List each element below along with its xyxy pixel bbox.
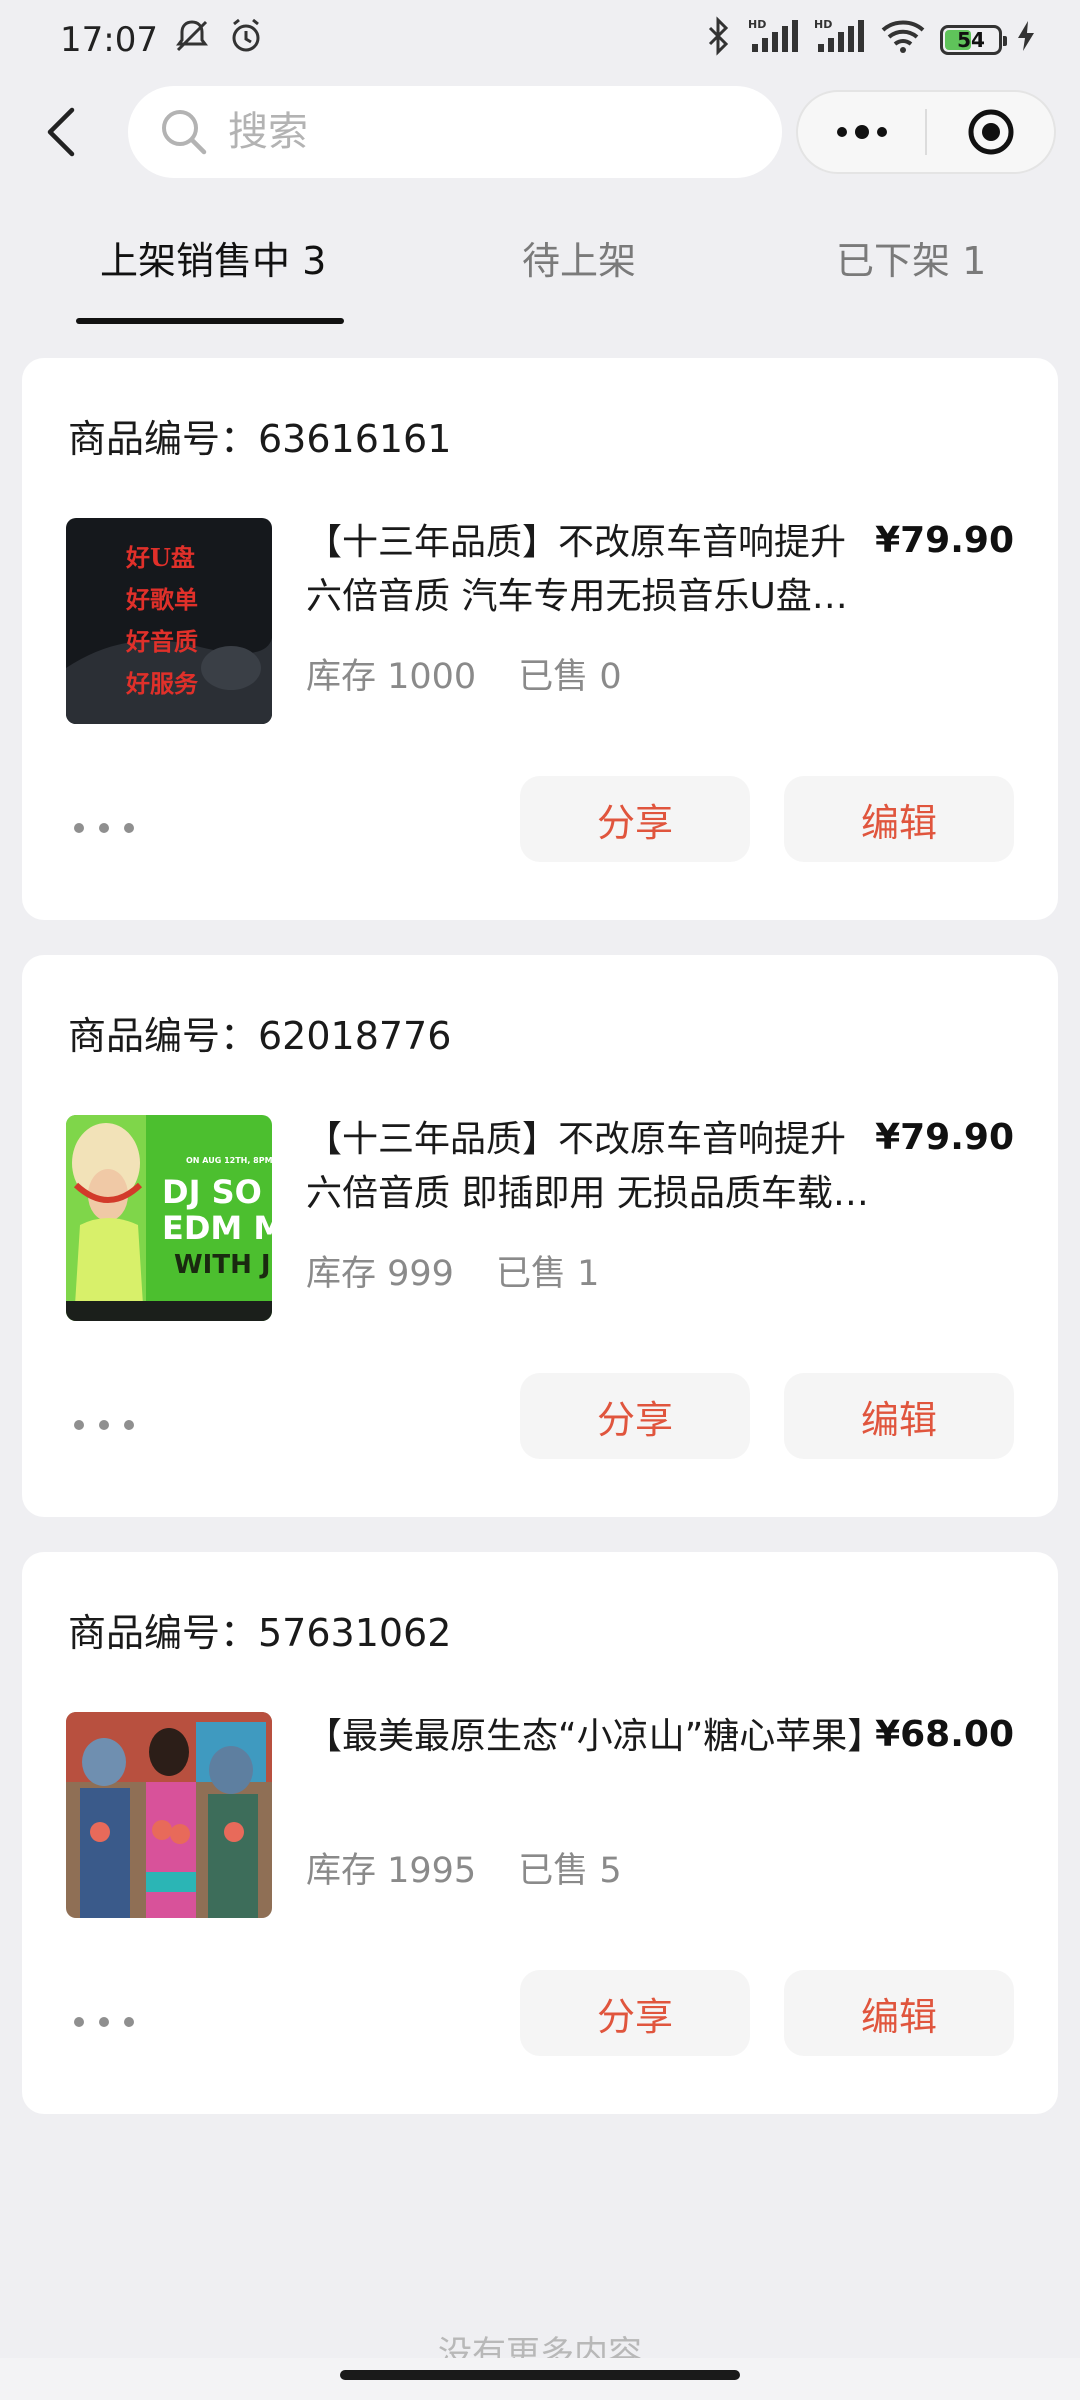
active-tab-indicator [76, 318, 344, 324]
product-code: 商品编号：57631062 [68, 1611, 452, 1655]
product-image [66, 1712, 272, 1918]
edit-button[interactable]: 编辑 [784, 1373, 1014, 1459]
thumb-text-line: 好音质 [125, 627, 198, 656]
status-tabs: 上架销售中 3 待上架 已下架 1 [0, 210, 1080, 328]
share-button[interactable]: 分享 [520, 776, 750, 862]
product-stock: 库存 1000 [306, 657, 477, 697]
product-title[interactable]: 【十三年品质】不改原车音响提升六倍音质 即插即用 无损品质车载音乐U盘 [306, 1113, 876, 1221]
search-input[interactable] [228, 109, 708, 155]
thumb-text-line: WITH J [174, 1250, 271, 1280]
product-price: ¥79.90 [875, 1117, 1014, 1158]
product-thumbnail[interactable]: ON AUG 12TH, 8PM DJ SO EDM M WITH J [66, 1115, 272, 1321]
share-button[interactable]: 分享 [520, 1970, 750, 2056]
close-mini-program-button[interactable] [927, 92, 1054, 172]
alarm-icon [226, 16, 266, 65]
product-price: ¥79.90 [875, 520, 1014, 561]
product-sold: 已售 1 [495, 1254, 600, 1294]
status-bar: 17:07 HD HD 54 [0, 0, 1080, 80]
share-button[interactable]: 分享 [520, 1373, 750, 1459]
edit-button[interactable]: 编辑 [784, 1970, 1014, 2056]
signal-icon-1: HD [748, 16, 800, 65]
more-options-button[interactable] [798, 92, 925, 172]
search-box[interactable] [128, 86, 782, 178]
product-code: 商品编号：63616161 [68, 417, 452, 461]
more-actions-icon[interactable] [74, 1410, 134, 1440]
thumb-text-line: 好服务 [125, 669, 199, 698]
product-stock: 库存 999 [306, 1254, 454, 1294]
product-image: ON AUG 12TH, 8PM DJ SO EDM M WITH J [66, 1115, 272, 1321]
mini-program-capsule [796, 90, 1056, 174]
thumb-text-line: 好歌单 [125, 585, 198, 614]
product-card[interactable]: 商品编号：62018776 ON AUG 12TH, 8PM DJ SO EDM… [22, 955, 1058, 1517]
chevron-left-icon [47, 107, 75, 157]
target-circle-icon [968, 109, 1013, 155]
tab-on-sale[interactable]: 上架销售中 3 [100, 230, 326, 285]
tab-off-shelf[interactable]: 已下架 1 [836, 230, 986, 285]
product-code: 商品编号：62018776 [68, 1014, 452, 1058]
product-price: ¥68.00 [875, 1714, 1014, 1755]
mute-icon [172, 16, 212, 65]
tab-pending[interactable]: 待上架 [522, 230, 636, 285]
status-left: 17:07 [60, 16, 266, 65]
svg-text:HD: HD [748, 18, 766, 31]
product-title[interactable]: 【十三年品质】不改原车音响提升六倍音质 汽车专用无损音乐U盘 2024新款 [306, 516, 876, 624]
product-thumbnail[interactable]: 好U盘 好歌单 好音质 好服务 [66, 518, 272, 724]
status-time: 17:07 [60, 20, 158, 60]
battery-level: 54 [957, 28, 985, 52]
home-indicator[interactable] [340, 2370, 740, 2380]
thumb-text-line: 好U盘 [125, 543, 195, 572]
product-image: 好U盘 好歌单 好音质 好服务 [66, 518, 272, 724]
edit-button[interactable]: 编辑 [784, 776, 1014, 862]
back-button[interactable] [30, 100, 94, 164]
svg-text:HD: HD [814, 18, 832, 31]
product-stats: 库存 1995 已售 5 [306, 1842, 622, 1893]
product-stats: 库存 999 已售 1 [306, 1245, 599, 1296]
product-title[interactable]: 【最美最原生态“小凉山”糖心苹果】 [306, 1710, 876, 1764]
status-right: HD HD 54 [704, 15, 1036, 65]
product-card[interactable]: 商品编号：63616161 好U盘 好歌单 好音质 好服务 【十三年品质】不改原… [22, 358, 1058, 920]
more-actions-icon[interactable] [74, 2007, 134, 2037]
signal-icon-2: HD [814, 16, 866, 65]
bluetooth-icon [704, 15, 734, 65]
search-icon [162, 110, 207, 155]
thumb-text-line: ON AUG 12TH, 8PM [186, 1156, 272, 1165]
nav-bar [0, 86, 1080, 178]
thumb-text-line: DJ SO [162, 1173, 262, 1211]
thumb-text-line: EDM M [162, 1209, 272, 1247]
wifi-icon [880, 16, 926, 65]
product-stock: 库存 1995 [306, 1851, 477, 1891]
charging-icon [1016, 19, 1036, 62]
product-sold: 已售 0 [518, 657, 622, 697]
more-dots-icon [836, 125, 887, 139]
product-card[interactable]: 商品编号：57631062 【最美最原生态“小凉山”糖心苹果】 ¥68.00 库… [22, 1552, 1058, 2114]
more-actions-icon[interactable] [74, 813, 134, 843]
product-sold: 已售 5 [518, 1851, 622, 1891]
product-thumbnail[interactable] [66, 1712, 272, 1918]
product-stats: 库存 1000 已售 0 [306, 648, 622, 699]
battery-icon: 54 [940, 25, 1007, 55]
